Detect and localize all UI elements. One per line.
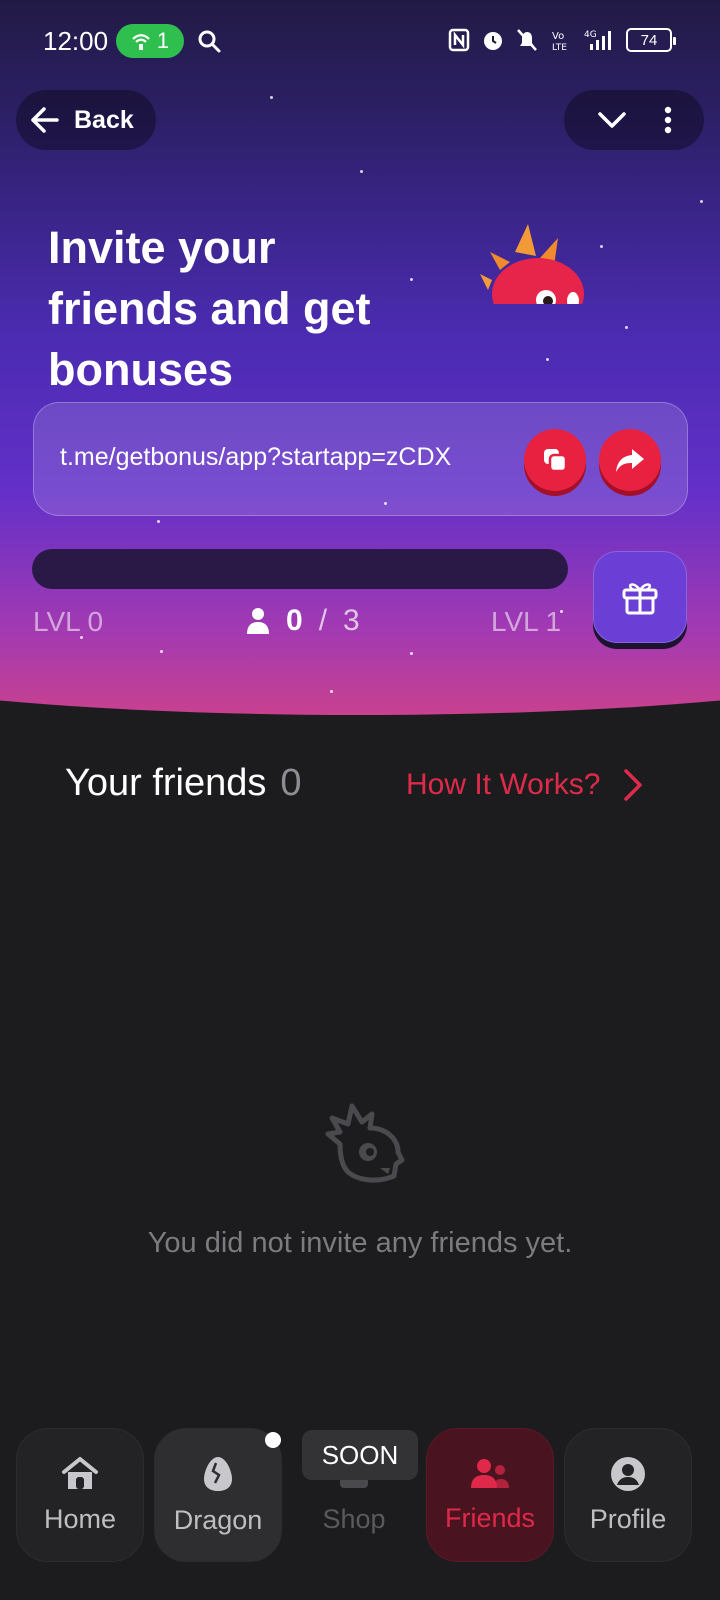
user-icon [247, 608, 269, 634]
chevron-down-icon[interactable] [597, 110, 627, 130]
status-bar: 12:00 1 Vo LTE 4G 74 [0, 0, 720, 84]
hotspot-icon [132, 34, 150, 50]
header-actions [564, 90, 704, 150]
nav-friends[interactable]: Friends [426, 1428, 554, 1562]
signal-icon: 4G [584, 30, 611, 50]
share-arrow-icon [616, 449, 644, 472]
invite-link-box: t.me/getbonus/app?startapp=zCDX [33, 402, 688, 516]
search-icon [198, 30, 221, 53]
hotspot-indicator: 1 [116, 24, 184, 58]
friends-title: Your friends [65, 762, 267, 804]
nav-dragon[interactable]: Dragon [154, 1428, 282, 1562]
back-button[interactable]: Back [16, 90, 156, 150]
nav-dragon-label: Dragon [173, 1504, 263, 1535]
home-icon [62, 1456, 98, 1489]
friends-header: Your friends 0 [65, 762, 302, 805]
shop-soon-badge: SOON [302, 1430, 418, 1480]
nav-shop-label: Shop [322, 1503, 386, 1534]
friends-count: 0 [280, 762, 302, 804]
gift-icon [622, 583, 658, 615]
nav-home[interactable]: Home [16, 1428, 144, 1562]
level-next-label: LVL 1 [491, 606, 562, 637]
svg-text:LTE: LTE [552, 43, 567, 52]
friends-current: 0 [286, 604, 303, 637]
friends-separator: / [318, 604, 328, 637]
empty-state-message: You did not invite any friends yet. [147, 1227, 573, 1259]
status-icons: Vo LTE 4G 74 [448, 28, 676, 52]
svg-text:Vo: Vo [552, 31, 564, 42]
copy-icon [544, 449, 568, 473]
level-current-label: LVL 0 [33, 606, 104, 637]
friends-icon [471, 1458, 509, 1488]
battery-indicator: 74 [626, 28, 676, 52]
chevron-right-icon [623, 769, 642, 801]
nfc-icon [448, 28, 470, 52]
svg-text:4G: 4G [584, 30, 597, 40]
nav-friends-label: Friends [444, 1502, 536, 1533]
copy-link-button[interactable] [524, 429, 586, 491]
battery-level: 74 [640, 31, 658, 49]
alarm-icon [484, 32, 502, 50]
level-progress-bar [32, 549, 568, 589]
dragon-mascot [470, 222, 590, 304]
nav-profile[interactable]: Profile [564, 1428, 692, 1562]
mute-bell-icon [517, 29, 537, 51]
gift-button[interactable] [593, 551, 687, 643]
arrow-left-icon [31, 107, 59, 133]
how-it-works-label: How It Works? [406, 768, 601, 801]
hero-title: Invite your friends and get bonuses [48, 222, 371, 395]
invited-friends-count: 0 / 3 [246, 604, 360, 638]
status-time: 12:00 [43, 26, 109, 56]
more-vertical-icon[interactable] [664, 106, 672, 134]
back-label: Back [74, 105, 134, 134]
nav-home-label: Home [43, 1503, 117, 1534]
dragon-outline-icon [325, 1103, 405, 1183]
friends-required: 3 [343, 604, 360, 637]
how-it-works-link[interactable]: How It Works? [406, 768, 643, 802]
share-link-button[interactable] [599, 429, 661, 491]
profile-icon [611, 1456, 645, 1491]
invite-link-text: t.me/getbonus/app?startapp=zCDX [60, 443, 452, 471]
volte-icon: VoLTE [552, 31, 567, 52]
egg-icon [204, 1456, 232, 1491]
nav-profile-label: Profile [589, 1503, 667, 1534]
hotspot-count: 1 [156, 28, 170, 53]
dragon-notification-dot [265, 1432, 281, 1448]
